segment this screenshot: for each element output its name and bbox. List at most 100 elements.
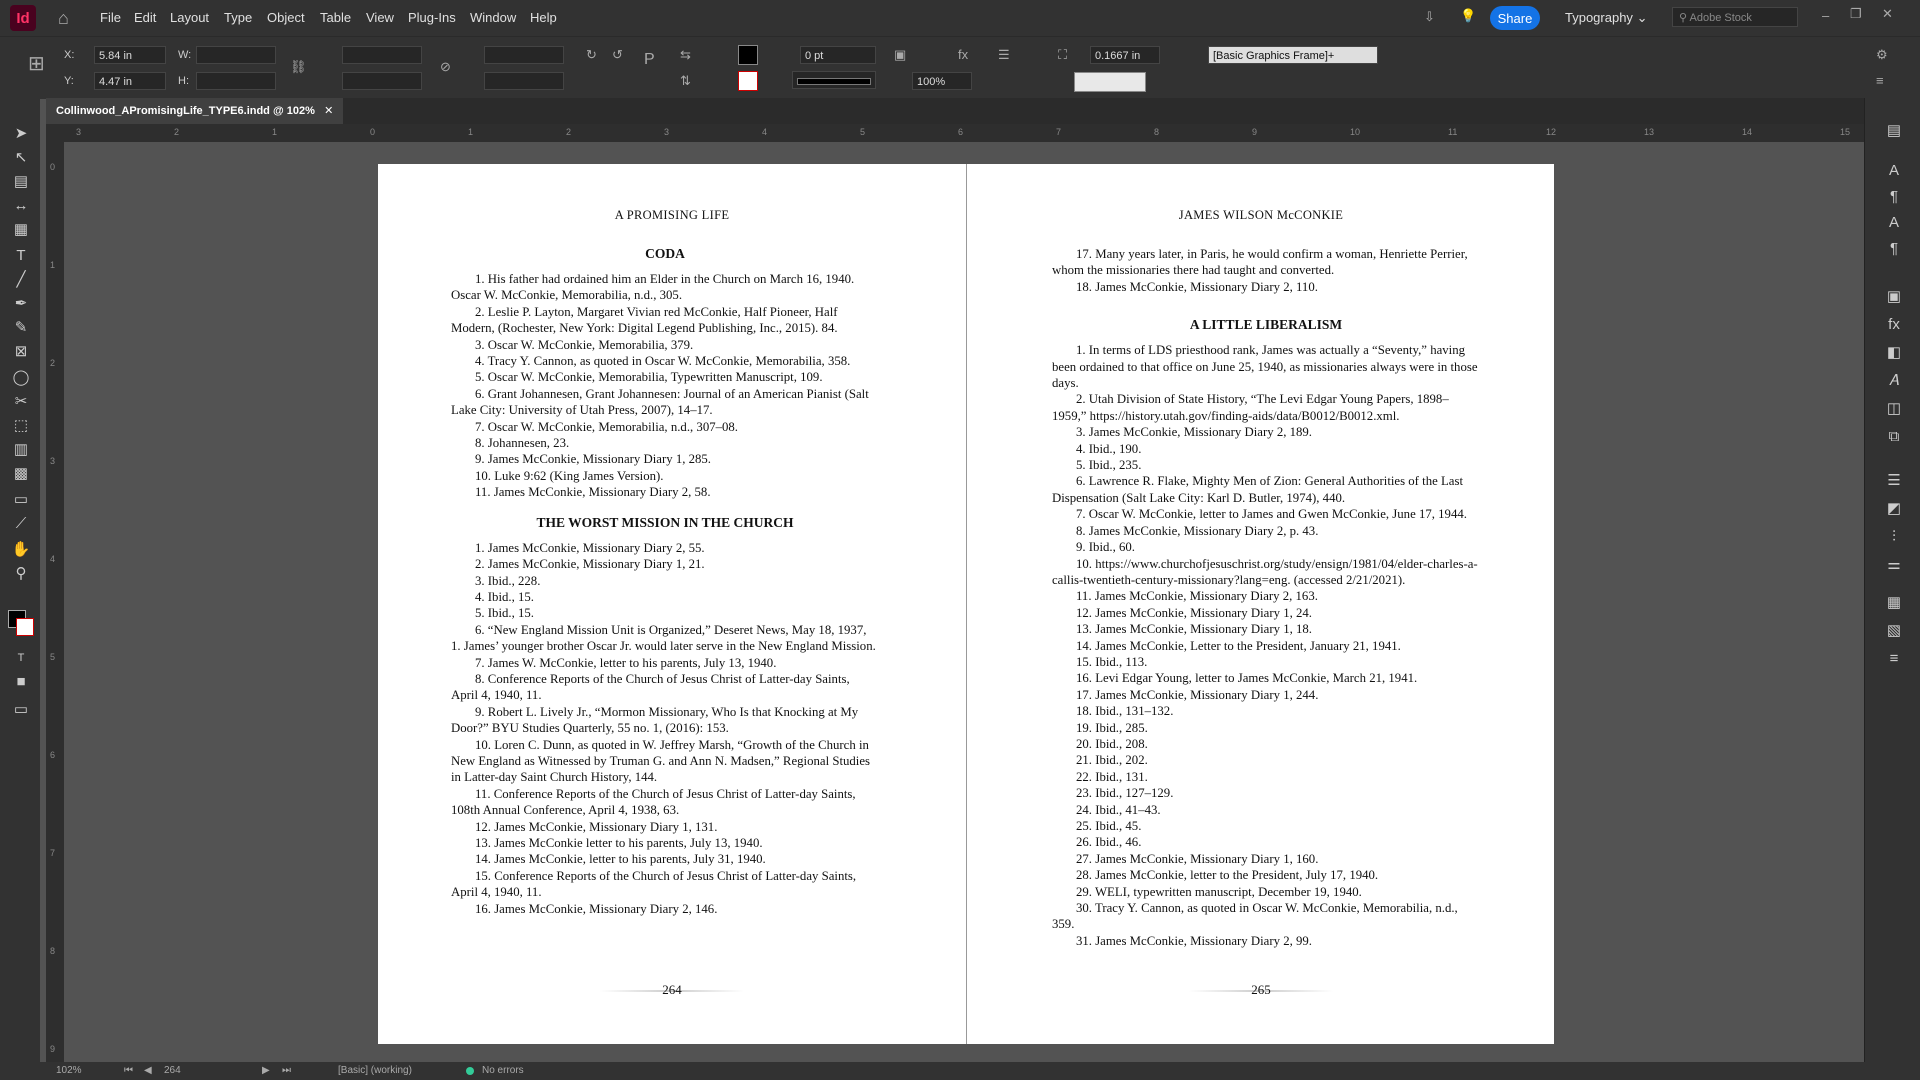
line-tool-icon[interactable]: ╱	[10, 270, 32, 290]
offset-field[interactable]: 0.1667 in	[1090, 46, 1160, 64]
menu-layout[interactable]: Layout	[170, 10, 209, 25]
stroke-weight-field[interactable]: 0 pt	[800, 46, 876, 64]
publish-icon[interactable]: ⇩	[1424, 9, 1435, 25]
vertical-ruler[interactable]: 0 1 2 3 4 5 6 7 8 9	[46, 142, 64, 1062]
align-panel-icon[interactable]: ⫶	[1883, 526, 1905, 548]
horizontal-ruler[interactable]: 3 2 1 0 1 2 3 4 5 6 7 8 9 10 11 12 13 14 15	[46, 124, 1864, 143]
layers-panel-icon[interactable]: ◫	[1883, 398, 1905, 420]
rotate-ccw-icon[interactable]: ↺	[612, 47, 623, 63]
page-tool-icon[interactable]: ▤	[10, 172, 32, 192]
gradient-panel-icon[interactable]: ▧	[1883, 620, 1905, 642]
scale-x-field[interactable]	[342, 46, 422, 64]
minimize-icon[interactable]: –	[1822, 8, 1829, 23]
reference-point-icon[interactable]: ⊞	[28, 51, 45, 76]
gradient-feather-icon[interactable]: ▩	[10, 464, 32, 484]
table-panel-icon[interactable]: ▦	[1883, 592, 1905, 614]
share-button[interactable]: Share	[1490, 6, 1540, 30]
flip-vertical-icon[interactable]: ⇅	[680, 73, 691, 89]
h-field[interactable]	[196, 72, 276, 90]
right-page[interactable]: JAMES WILSON McCONKIE 17. Many years lat…	[966, 164, 1554, 1044]
apply-color-icon[interactable]: ■	[10, 672, 32, 692]
y-field[interactable]: 4.47 in	[94, 72, 166, 90]
text-wrap-panel-icon[interactable]: ▣	[1883, 286, 1905, 308]
preflight-profile[interactable]: [Basic] (working)	[338, 1065, 412, 1076]
stroke-color-icon[interactable]	[16, 618, 34, 636]
selection-tool-icon[interactable]: ➤	[10, 124, 32, 144]
prev-page-icon[interactable]: ◀	[144, 1065, 152, 1076]
workspace-switcher[interactable]: Typography ⌄	[1565, 10, 1647, 26]
rotate-cw-icon[interactable]: ↻	[586, 47, 597, 63]
links-panel-icon[interactable]: ⧉	[1883, 426, 1905, 448]
fill-swatch[interactable]	[738, 45, 758, 65]
hamburger-icon[interactable]: ≡	[1876, 73, 1884, 88]
restore-icon[interactable]: ❐	[1850, 6, 1862, 22]
gradient-tool-icon[interactable]: ▥	[10, 440, 32, 460]
next-page-icon[interactable]: ▶	[262, 1065, 270, 1076]
rectangle-frame-tool-icon[interactable]: ⊠	[10, 342, 32, 362]
free-transform-tool-icon[interactable]: ⬚	[10, 416, 32, 436]
fill-preview[interactable]	[1074, 72, 1146, 92]
menu-table[interactable]: Table	[320, 10, 351, 25]
last-page-icon[interactable]: ⏭	[282, 1065, 291, 1076]
color-panel-icon[interactable]: ◩	[1883, 498, 1905, 520]
ellipse-tool-icon[interactable]: ◯	[10, 368, 32, 388]
paragraph-styles-icon[interactable]: ¶	[1883, 238, 1905, 260]
menu-edit[interactable]: Edit	[134, 10, 156, 25]
gap-tool-icon[interactable]: ↔	[10, 196, 32, 216]
screen-mode-icon[interactable]: ▭	[10, 700, 32, 720]
pen-tool-icon[interactable]: ✒	[10, 294, 32, 314]
hand-tool-icon[interactable]: ✋	[10, 540, 32, 560]
character-panel-icon[interactable]: A	[1883, 160, 1905, 182]
shear-field[interactable]	[484, 72, 564, 90]
right-page-text-frame[interactable]: 17. Many years later, in Paris, he would…	[1052, 246, 1480, 949]
character-styles-icon[interactable]: A	[1883, 212, 1905, 234]
paragraph-panel-icon[interactable]: ¶	[1883, 186, 1905, 208]
effects-panel-icon[interactable]: fx	[1883, 314, 1905, 336]
document-tab[interactable]: Collinwood_APromisingLife_TYPE6.indd @ 1…	[46, 98, 344, 124]
lightbulb-icon[interactable]: 💡	[1460, 8, 1476, 24]
scale-y-field[interactable]	[342, 72, 422, 90]
gear-icon[interactable]: ⚙	[1876, 47, 1888, 63]
zoom-level[interactable]: 102%	[56, 1065, 82, 1076]
rotation-field[interactable]	[484, 46, 564, 64]
opacity-field[interactable]: 100%	[912, 72, 972, 90]
text-wrap-icon[interactable]: ☰	[998, 47, 1010, 63]
close-icon[interactable]: ✕	[1882, 6, 1893, 22]
adobe-stock-search[interactable]: ⚲ Adobe Stock	[1672, 7, 1798, 27]
menu-type[interactable]: Type	[224, 10, 252, 25]
frame-fitting-icon[interactable]: ▣	[894, 47, 906, 63]
scissors-tool-icon[interactable]: ✂	[10, 392, 32, 412]
pencil-tool-icon[interactable]: ✎	[10, 318, 32, 338]
stroke-panel-icon[interactable]: ☰	[1883, 470, 1905, 492]
left-page[interactable]: A PROMISING LIFE CODA 1. His father had …	[378, 164, 966, 1044]
flip-horizontal-icon[interactable]: ⇆	[680, 47, 691, 63]
object-style-select[interactable]: [Basic Graphics Frame]+	[1208, 46, 1378, 64]
eyedropper-tool-icon[interactable]: ⟋	[10, 514, 32, 534]
formatting-affects-text-icon[interactable]: T	[10, 648, 32, 668]
content-collector-icon[interactable]: ▦	[10, 220, 32, 240]
close-tab-icon[interactable]: ✕	[324, 105, 333, 117]
properties-panel-icon[interactable]: ⚌	[1883, 554, 1905, 576]
home-icon[interactable]: ⌂	[58, 8, 69, 29]
menu-panel-icon[interactable]: ≡	[1883, 648, 1905, 670]
link-icon[interactable]: ⊘	[440, 59, 451, 75]
auto-fit-icon[interactable]: ⛶	[1058, 47, 1067, 63]
type-tool-icon[interactable]: T	[10, 246, 32, 266]
x-field[interactable]: 5.84 in	[94, 46, 166, 64]
menu-window[interactable]: Window	[470, 10, 516, 25]
w-field[interactable]	[196, 46, 276, 64]
direct-selection-tool-icon[interactable]: ↖	[10, 148, 32, 168]
swatches-panel-icon[interactable]: ◧	[1883, 342, 1905, 364]
constrain-proportions-icon[interactable]: ⛓	[290, 59, 307, 75]
menu-object[interactable]: Object	[267, 10, 305, 25]
glyphs-panel-icon[interactable]: 𝐴	[1883, 370, 1905, 392]
first-page-icon[interactable]: ⏮	[124, 1065, 133, 1076]
pages-panel-icon[interactable]: ▤	[1883, 120, 1905, 142]
menu-plugins[interactable]: Plug-Ins	[408, 10, 456, 25]
zoom-tool-icon[interactable]: ⚲	[10, 564, 32, 584]
page-number-field[interactable]: 264	[164, 1065, 181, 1076]
menu-file[interactable]: File	[100, 10, 121, 25]
left-page-text-frame[interactable]: CODA 1. His father had ordained him an E…	[451, 246, 879, 917]
stroke-type-select[interactable]	[792, 71, 876, 89]
fx-icon[interactable]: fx	[958, 47, 968, 62]
